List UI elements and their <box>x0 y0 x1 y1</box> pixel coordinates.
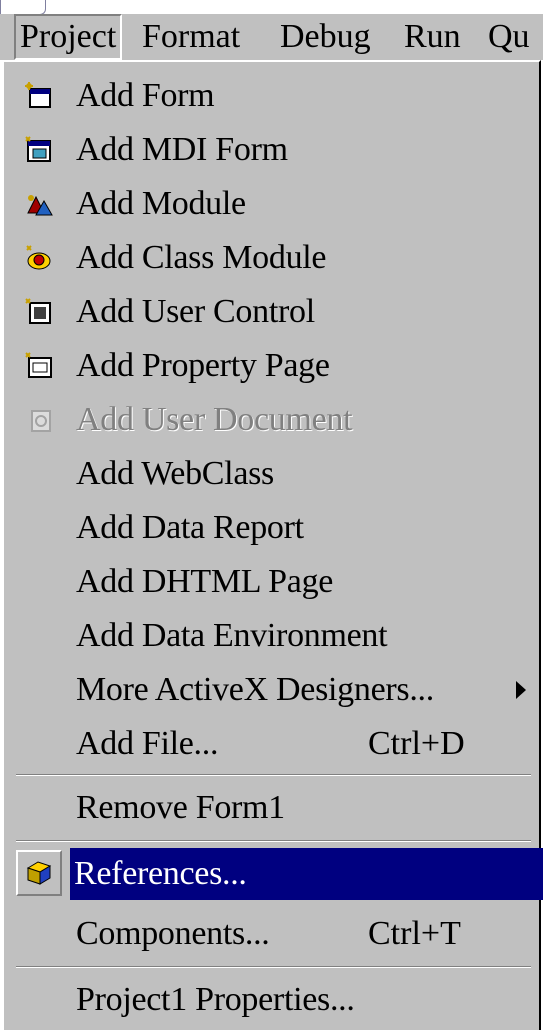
menubar: Project Format Debug Run Qu <box>0 14 543 60</box>
menu-item-label: Add File... <box>76 725 219 762</box>
menu-item-label: Add User Control <box>76 293 315 330</box>
corner-tab <box>0 0 46 15</box>
menu-item-project1-properties[interactable]: Project1 Properties... <box>6 974 539 1026</box>
menu-item-add-form[interactable]: Add Form <box>6 70 539 122</box>
menu-separator <box>16 840 531 842</box>
add-property-page-icon <box>24 351 54 381</box>
add-form-icon <box>24 81 54 111</box>
menu-item-label: Add Module <box>76 185 246 222</box>
menu-item-label: Add MDI Form <box>76 131 288 168</box>
menu-item-add-dhtml-page[interactable]: Add DHTML Page <box>6 556 539 608</box>
menu-item-add-file[interactable]: Add File... Ctrl+D <box>6 718 539 770</box>
references-icon <box>16 850 62 896</box>
menu-item-remove-form1[interactable]: Remove Form1 <box>6 782 539 834</box>
menu-item-add-user-control[interactable]: Add User Control <box>6 286 539 338</box>
menu-item-add-user-document[interactable]: Add User Document <box>6 394 539 446</box>
menu-item-add-webclass[interactable]: Add WebClass <box>6 448 539 500</box>
menu-item-label: Add User Document <box>76 401 353 438</box>
menu-item-label: More ActiveX Designers... <box>76 671 434 708</box>
menu-item-label: Add Class Module <box>76 239 327 276</box>
menu-project[interactable]: Project <box>14 14 123 60</box>
menu-item-add-data-environment[interactable]: Add Data Environment <box>6 610 539 662</box>
add-user-control-icon <box>24 297 54 327</box>
menu-item-add-class-module[interactable]: Add Class Module <box>6 232 539 284</box>
menu-separator <box>16 774 531 776</box>
menu-item-label: Project1 Properties... <box>76 981 355 1018</box>
menu-item-add-data-report[interactable]: Add Data Report <box>6 502 539 554</box>
menu-item-more-activex-designers[interactable]: More ActiveX Designers... <box>6 664 539 716</box>
add-class-module-icon <box>24 243 54 273</box>
menu-item-references[interactable]: References... <box>70 848 543 900</box>
menu-debug[interactable]: Debug <box>276 14 375 60</box>
shortcut-label: Ctrl+D <box>368 725 465 762</box>
menu-item-label: Add Property Page <box>76 347 330 384</box>
project-menu-dropdown: Add Form Add MDI Form Add Module Add Cla… <box>2 60 543 1030</box>
menu-item-add-module[interactable]: Add Module <box>6 178 539 230</box>
menu-item-components[interactable]: Components... Ctrl+T <box>6 908 539 960</box>
menu-run[interactable]: Run <box>400 14 465 60</box>
menu-item-label: Add WebClass <box>76 455 274 492</box>
menu-format[interactable]: Format <box>138 14 244 60</box>
menu-item-add-mdi-form[interactable]: Add MDI Form <box>6 124 539 176</box>
menu-item-label: References... <box>74 855 247 892</box>
add-mdi-form-icon <box>24 135 54 165</box>
add-user-document-icon <box>24 405 54 435</box>
add-module-icon <box>24 189 54 219</box>
menu-item-label: Add Form <box>76 77 215 114</box>
menu-separator <box>16 966 531 968</box>
submenu-arrow-icon <box>516 681 526 699</box>
menu-item-label: Components... <box>76 915 270 952</box>
menu-item-label: Remove Form1 <box>76 789 285 826</box>
menu-item-label: Add DHTML Page <box>76 563 334 600</box>
shortcut-label: Ctrl+T <box>368 915 461 952</box>
menu-item-label: Add Data Report <box>76 509 304 546</box>
menu-item-label: Add Data Environment <box>76 617 388 654</box>
menu-item-add-property-page[interactable]: Add Property Page <box>6 340 539 392</box>
menu-query[interactable]: Qu <box>484 14 534 60</box>
